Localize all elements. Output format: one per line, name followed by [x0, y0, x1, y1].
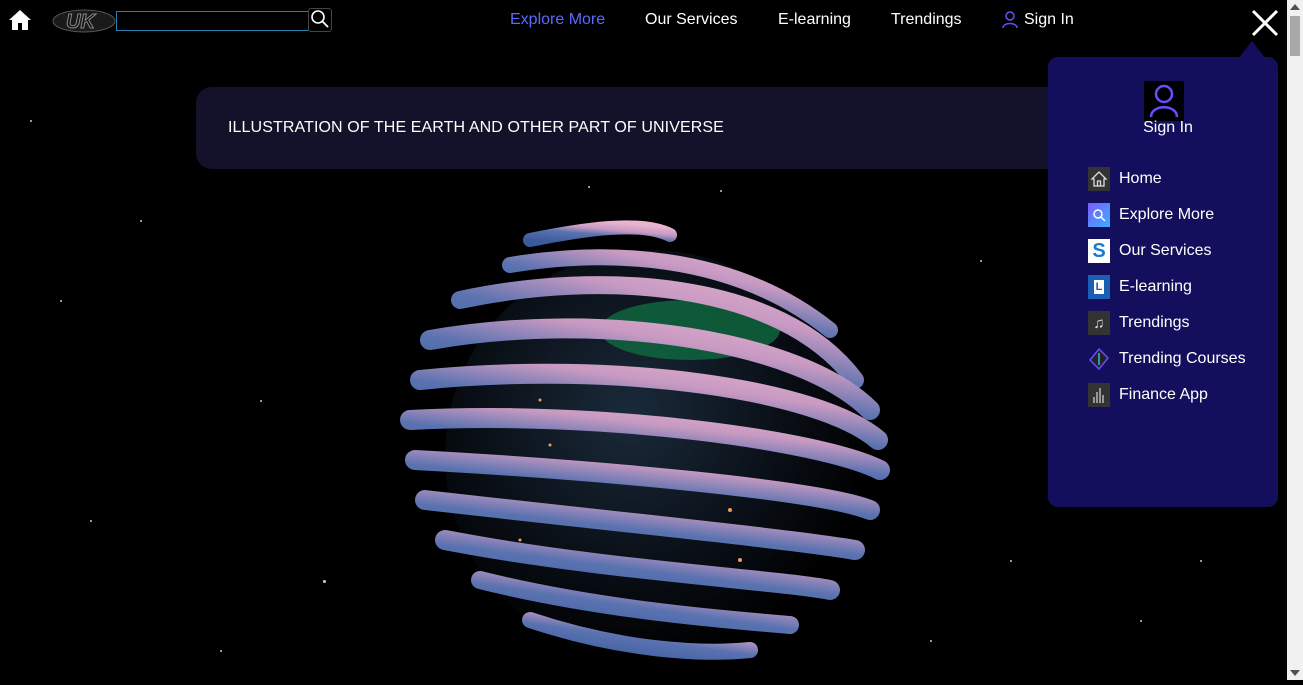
nav-our-services[interactable]: Our Services [645, 11, 737, 29]
search-button[interactable] [308, 8, 332, 32]
page-scrollbar[interactable] [1287, 0, 1303, 680]
music-note-icon: ♫ [1088, 311, 1110, 335]
menu-item-label: Finance App [1119, 386, 1208, 403]
menu-sign-in-link[interactable]: Sign In [1048, 119, 1288, 137]
scrollbar-thumb[interactable] [1290, 16, 1300, 56]
menu-item-our-services[interactable]: S Our Services [1088, 233, 1246, 269]
menu-item-trending-courses[interactable]: Trending Courses [1088, 341, 1246, 377]
home-icon [9, 10, 31, 30]
menu-item-home[interactable]: Home [1088, 161, 1246, 197]
scroll-up-arrow-icon[interactable] [1290, 4, 1300, 10]
menu-item-label: Trending Courses [1119, 350, 1246, 367]
caption-banner: ILLUSTRATION OF THE EARTH AND OTHER PART… [196, 87, 1086, 169]
nav-e-learning[interactable]: E-learning [778, 11, 851, 29]
menu-item-label: Explore More [1119, 206, 1215, 223]
nav-sign-in[interactable]: Sign In [1002, 11, 1074, 29]
menu-item-label: Our Services [1119, 242, 1212, 259]
user-icon [1149, 84, 1179, 118]
close-menu-button[interactable] [1250, 8, 1280, 38]
dropdown-menu: Sign In Home Explore More S Our Services… [1048, 41, 1278, 507]
caption-text: ILLUSTRATION OF THE EARTH AND OTHER PART… [228, 119, 724, 136]
nav-explore-more[interactable]: Explore More [510, 11, 605, 29]
finance-icon [1088, 383, 1110, 407]
menu-list: Home Explore More S Our Services L E-lea… [1088, 161, 1246, 413]
svg-text:UK: UK [66, 11, 96, 33]
menu-item-label: Home [1119, 170, 1162, 187]
home-button[interactable] [8, 8, 32, 32]
courses-icon [1088, 347, 1110, 371]
site-logo[interactable]: UK [52, 9, 116, 34]
menu-user-avatar[interactable] [1144, 81, 1184, 121]
sign-in-label: Sign In [1024, 11, 1074, 28]
menu-item-e-learning[interactable]: L E-learning [1088, 269, 1246, 305]
search-input[interactable] [116, 11, 312, 31]
top-navigation-bar: UK Explore More Our Services E-learning … [0, 0, 1287, 44]
menu-item-label: Trendings [1119, 314, 1190, 331]
home-icon [1088, 167, 1110, 191]
explore-icon [1088, 203, 1110, 227]
scroll-down-arrow-icon[interactable] [1290, 670, 1300, 676]
elearning-icon: L [1088, 275, 1110, 299]
earth-illustration [400, 210, 890, 680]
menu-item-finance-app[interactable]: Finance App [1088, 377, 1246, 413]
close-icon [1251, 9, 1279, 37]
nav-trendings[interactable]: Trendings [891, 11, 962, 29]
menu-item-trendings[interactable]: ♫ Trendings [1088, 305, 1246, 341]
menu-item-label: E-learning [1119, 278, 1192, 295]
user-icon [1002, 11, 1018, 29]
menu-item-explore-more[interactable]: Explore More [1088, 197, 1246, 233]
search-icon [311, 10, 329, 28]
services-icon: S [1088, 239, 1110, 263]
